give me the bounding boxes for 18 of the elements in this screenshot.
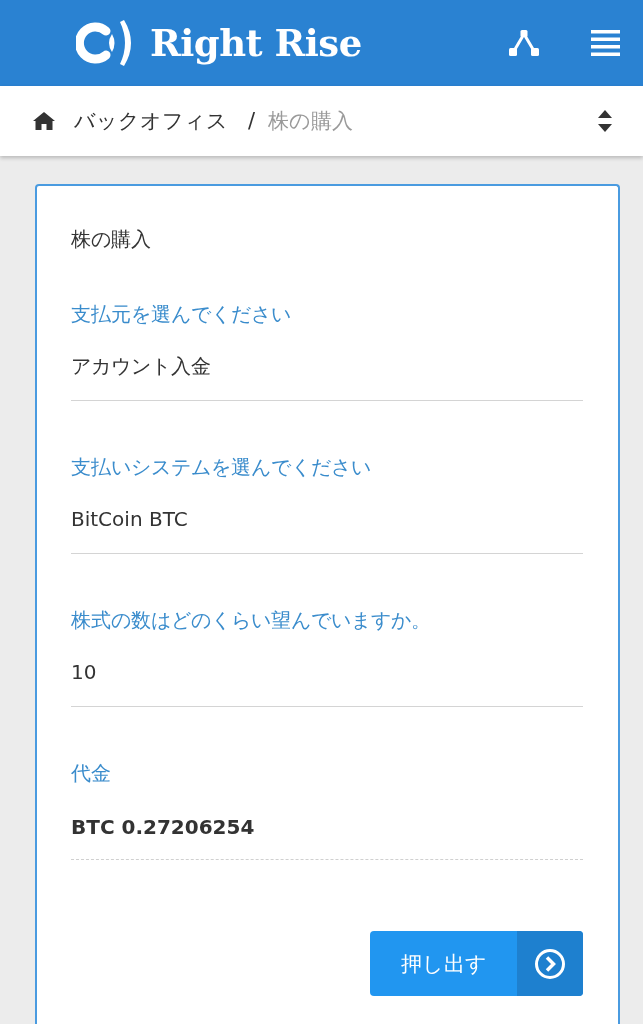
field-label: 代金 [71,760,112,787]
menu-icon[interactable] [591,30,620,56]
field-label: 株式の数はどのくらい望んでいますか。 [71,607,432,634]
network-icon[interactable] [509,30,539,56]
arrow-circle-icon [534,947,566,980]
total-field: BTC 0.27206254 [71,813,583,860]
input-field[interactable]: 10 [71,658,583,707]
home-icon[interactable] [33,112,55,130]
select-field[interactable]: BitCoin BTC [71,505,583,554]
select-field[interactable]: アカウント入金 [71,352,583,401]
field-label: 支払いシステムを選んでください [71,454,372,481]
sort-icon[interactable] [598,110,612,132]
breadcrumb-link[interactable]: バックオフィス [74,107,228,135]
current-page-label: 株の購入 [268,108,354,135]
brand-name: Right Rise [150,21,362,65]
field-label: 支払元を選んでください [71,301,292,328]
form-title: 株の購入 [71,226,152,253]
breadcrumb-separator: / [248,108,256,135]
